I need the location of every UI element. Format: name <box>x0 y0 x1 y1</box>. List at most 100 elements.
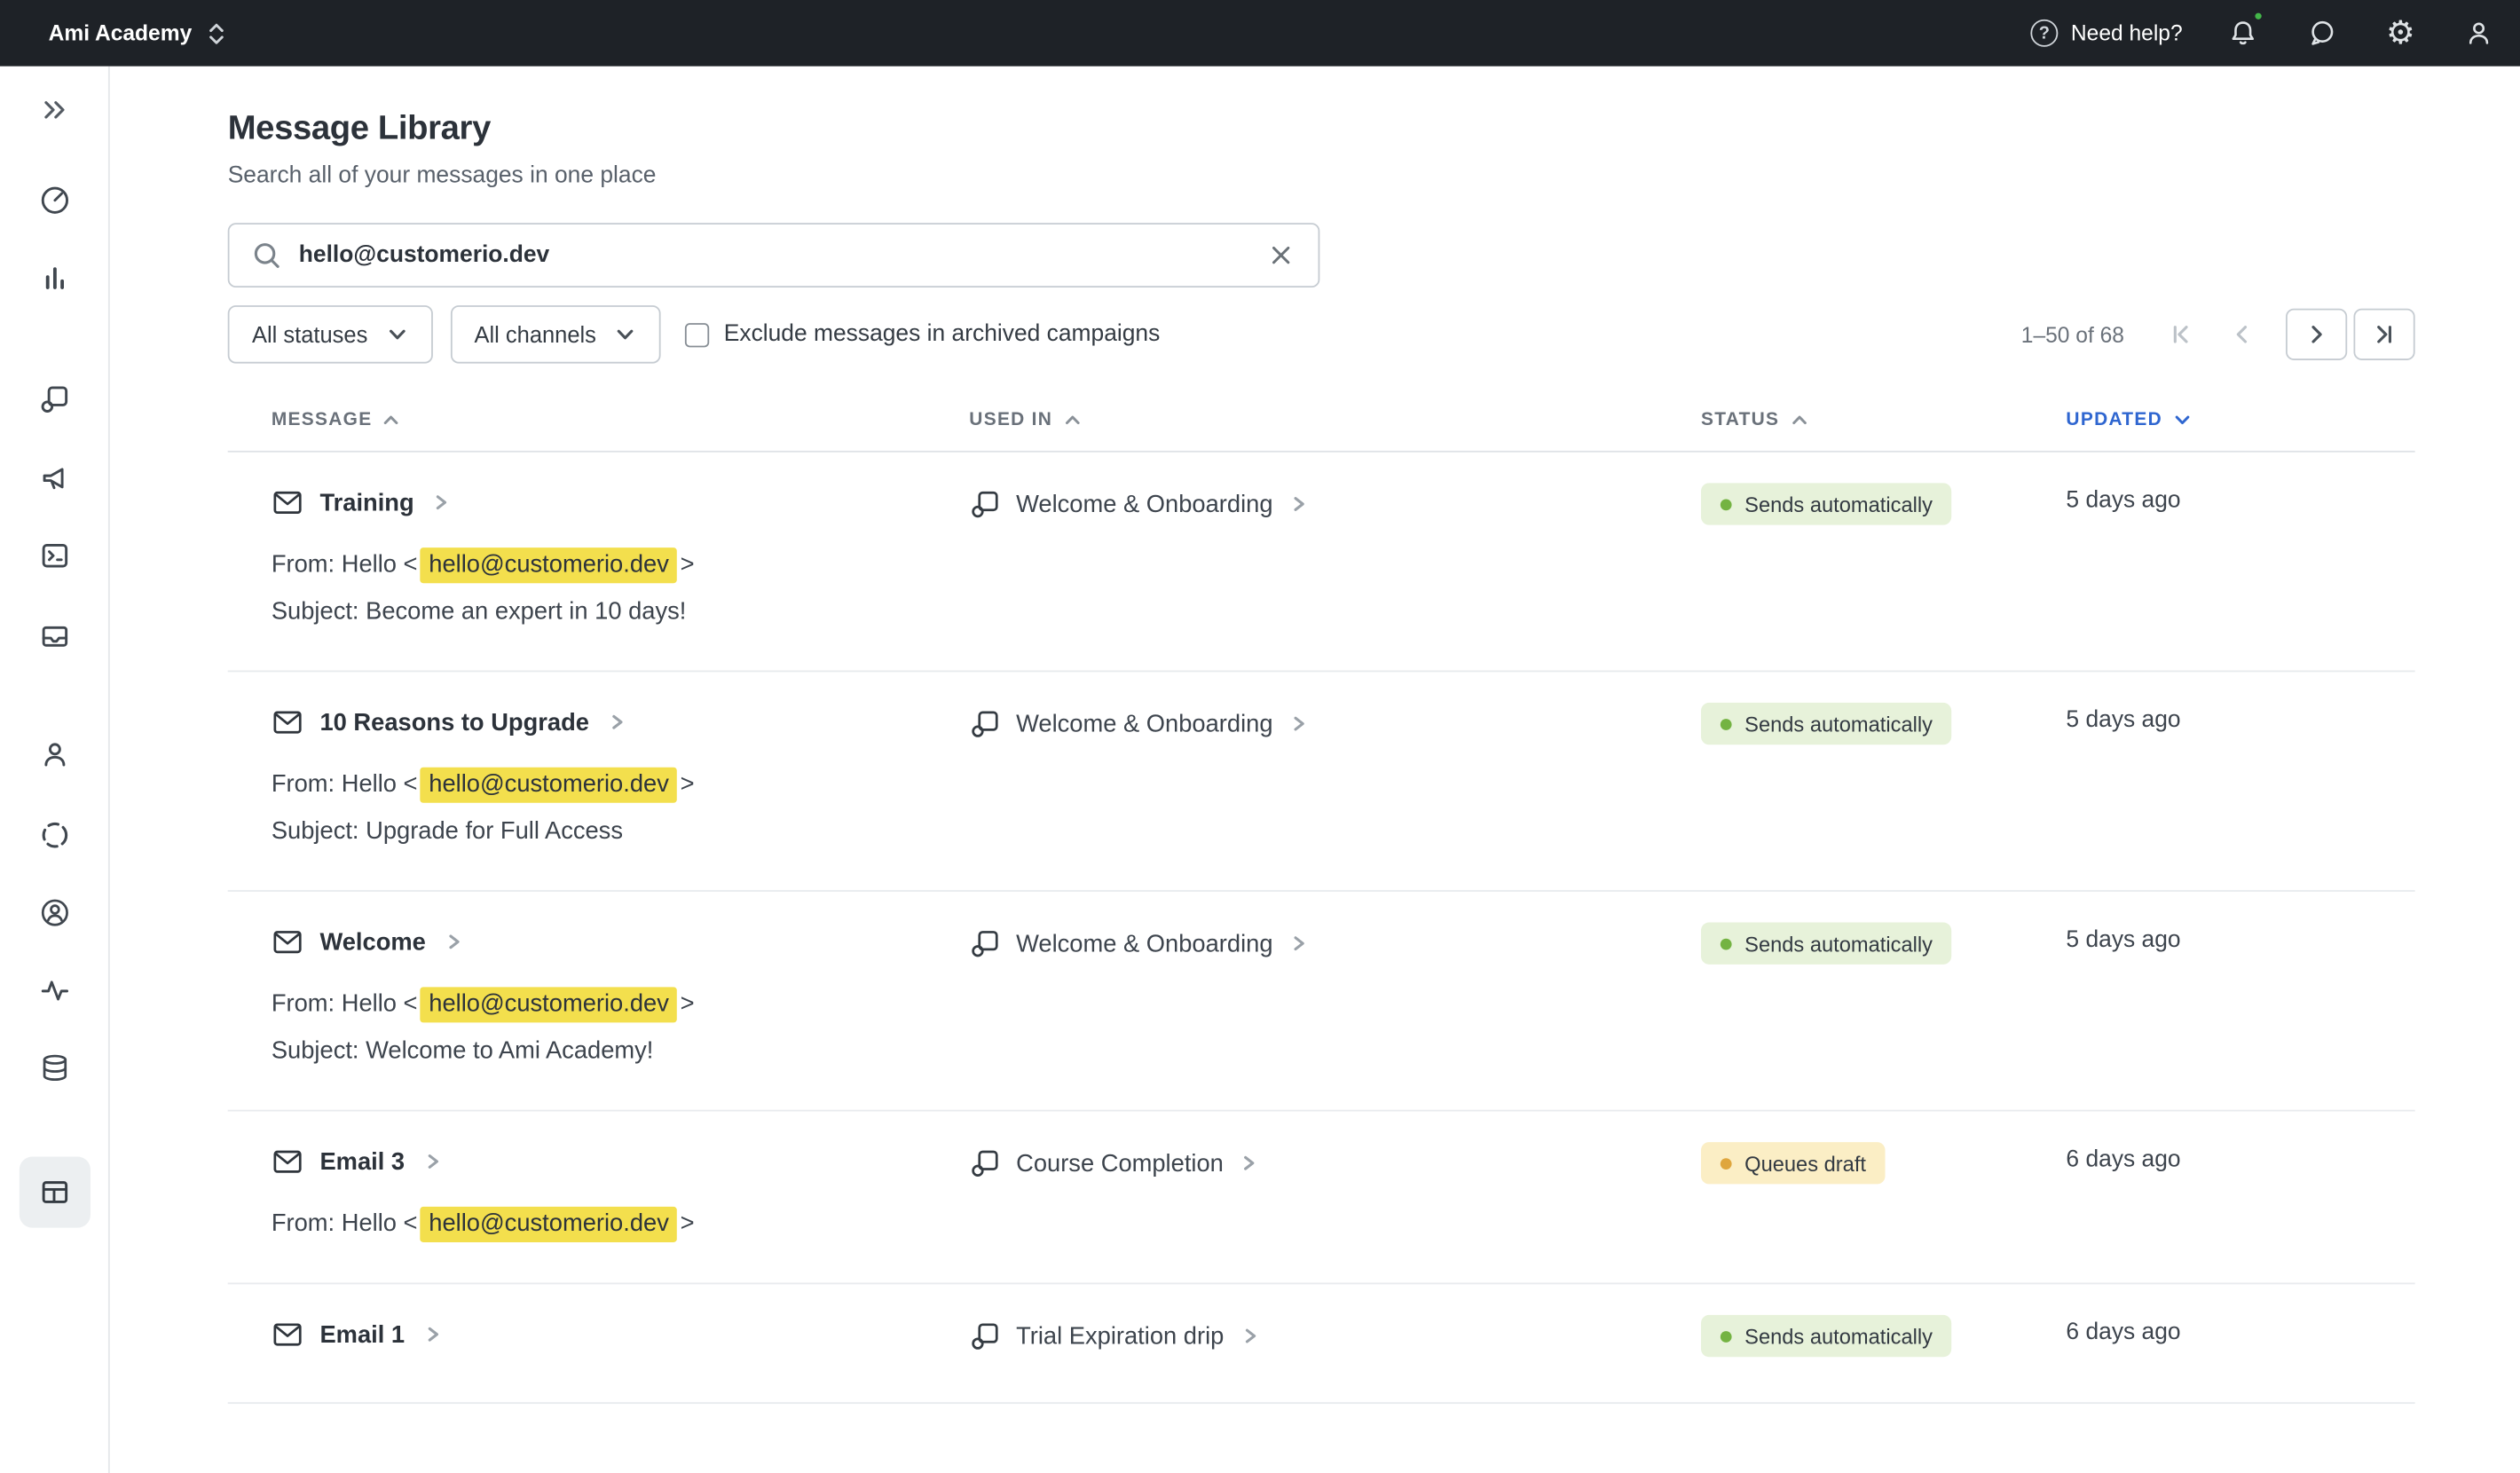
status-label: Sends automatically <box>1744 1323 1933 1349</box>
message-title: Training <box>319 488 414 516</box>
bar-chart-icon <box>44 267 64 289</box>
page-title: Message Library <box>227 109 492 147</box>
statuses-dropdown[interactable]: All statuses <box>227 305 433 364</box>
sidebar-item-dashboard[interactable] <box>19 165 90 236</box>
from-prefix: From: Hello < <box>271 989 418 1018</box>
chevron-right-icon <box>427 1154 438 1169</box>
chevron-right-icon <box>1294 497 1304 511</box>
from-suffix: > <box>680 550 695 579</box>
used-in-link[interactable]: Trial Expiration drip <box>969 1319 1701 1351</box>
account-button[interactable] <box>2461 14 2498 51</box>
used-in-link[interactable]: Course Completion <box>969 1147 1701 1179</box>
updated-value: 6 days ago <box>2066 1319 2181 1346</box>
next-page-button[interactable] <box>2286 308 2348 360</box>
last-page-button[interactable] <box>2353 308 2415 360</box>
updated-value: 5 days ago <box>2066 926 2181 954</box>
filter-bar: All statuses All channels Exclude messag… <box>227 305 2415 364</box>
email-icon <box>273 1150 302 1173</box>
message-link[interactable]: 10 Reasons to Upgrade <box>272 706 969 738</box>
used-in-label: Welcome & Onboarding <box>1016 710 1273 738</box>
message-link[interactable]: Email 1 <box>272 1319 969 1351</box>
workspace-switcher[interactable]: Ami Academy <box>49 20 226 46</box>
message-subject: Subject: Become an expert in 10 days! <box>271 597 687 626</box>
status-cell: Sends automatically <box>1701 1284 2066 1358</box>
used-in-cell: Course Completion <box>969 1112 1701 1179</box>
exclude-archived-checkbox[interactable] <box>685 322 710 347</box>
exclude-archived-label: Exclude messages in archived campaigns <box>723 321 1161 348</box>
topbar-actions: ? Need help? ⚙ <box>2030 9 2498 52</box>
status-badge: Queues draft <box>1701 1142 1886 1185</box>
used-in-label: Course Completion <box>1016 1149 1224 1178</box>
status-cell: Sends automatically <box>1701 672 2066 745</box>
column-header-updated-label: UPDATED <box>2066 410 2163 430</box>
campaign-icon <box>972 491 998 518</box>
table-icon <box>41 1181 67 1203</box>
sidebar-item-broadcasts[interactable] <box>19 443 90 514</box>
sidebar-item-message-library[interactable] <box>18 1156 91 1228</box>
message-title: 10 Reasons to Upgrade <box>319 708 589 736</box>
sidebar-item-metrics[interactable] <box>19 242 90 313</box>
chevron-right-icon <box>437 495 447 510</box>
used-in-link[interactable]: Welcome & Onboarding <box>969 927 1701 959</box>
from-suffix: > <box>680 989 695 1018</box>
sort-up-icon <box>1065 415 1079 425</box>
gear-icon: ⚙ <box>2386 15 2415 51</box>
message-from: From: Hello < hello@customerio.dev > <box>271 987 969 1023</box>
from-highlight: hello@customerio.dev <box>421 767 677 803</box>
message-link[interactable]: Training <box>272 486 969 518</box>
status-badge: Sends automatically <box>1701 702 1952 745</box>
sidebar-item-people[interactable] <box>19 719 90 790</box>
message-from: From: Hello < hello@customerio.dev > <box>272 547 969 584</box>
notifications-button[interactable] <box>2225 9 2265 51</box>
sort-up-icon <box>1792 415 1806 425</box>
used-in-link[interactable]: Welcome & Onboarding <box>969 707 1701 739</box>
need-help-label: Need help? <box>2070 20 2183 45</box>
search-input[interactable] <box>298 242 1249 269</box>
segments-icon <box>41 822 67 848</box>
sidebar-item-deliveries[interactable] <box>19 601 90 672</box>
messages-button[interactable] <box>2303 14 2341 51</box>
column-header-used-in-label: USED IN <box>969 410 1053 430</box>
sidebar-item-segments[interactable] <box>19 800 90 870</box>
channels-dropdown[interactable]: All channels <box>450 305 661 364</box>
column-header-status[interactable]: STATUS <box>1701 410 2066 429</box>
sidebar <box>0 66 110 1473</box>
sort-up-icon <box>384 415 399 425</box>
used-in-cell: Welcome & Onboarding <box>969 453 1701 520</box>
sidebar-expand-button[interactable] <box>19 75 90 146</box>
workspace-name: Ami Academy <box>48 20 193 45</box>
chevron-right-icon <box>1294 716 1304 731</box>
message-link[interactable]: Email 3 <box>272 1146 969 1178</box>
first-page-button[interactable] <box>2150 308 2212 360</box>
sidebar-item-activity[interactable] <box>19 955 90 1026</box>
campaign-icon <box>972 1150 998 1177</box>
prev-page-button[interactable] <box>2211 308 2273 360</box>
used-in-label: Welcome & Onboarding <box>1016 490 1273 518</box>
sidebar-item-profiles[interactable] <box>19 878 90 949</box>
column-header-used-in[interactable]: USED IN <box>969 410 1701 429</box>
column-header-updated[interactable]: UPDATED <box>2066 410 2414 429</box>
settings-button[interactable]: ⚙ <box>2382 13 2418 52</box>
need-help-button[interactable]: ? Need help? <box>2030 19 2183 47</box>
column-header-message[interactable]: MESSAGE <box>228 410 970 429</box>
email-icon <box>273 711 302 734</box>
used-in-cell: Welcome & Onboarding <box>969 892 1701 959</box>
message-cell: Email 3 From: Hello < hello@customerio.de… <box>228 1112 970 1242</box>
sidebar-item-transactional[interactable] <box>19 520 90 591</box>
clear-search-button[interactable] <box>1264 239 1296 271</box>
sidebar-item-campaigns[interactable] <box>19 364 90 435</box>
used-in-link[interactable]: Welcome & Onboarding <box>969 488 1701 520</box>
page-subtitle: Search all of your messages in one place <box>227 162 657 190</box>
exclude-archived-toggle[interactable]: Exclude messages in archived campaigns <box>685 321 1160 347</box>
gauge-icon <box>40 186 68 214</box>
message-cell: Email 1 <box>228 1284 970 1351</box>
message-link[interactable]: Welcome <box>272 926 969 957</box>
sidebar-item-data[interactable] <box>19 1032 90 1103</box>
activity-pulse-icon <box>40 981 68 1001</box>
updown-chevron-icon <box>209 22 224 43</box>
terminal-icon <box>41 543 67 568</box>
main-content: Message Library Search all of your messa… <box>109 66 2520 1473</box>
status-dot-icon <box>1720 498 1732 510</box>
topbar: Ami Academy ? Need help? ⚙ <box>0 0 2520 67</box>
used-in-cell: Welcome & Onboarding <box>969 672 1701 739</box>
